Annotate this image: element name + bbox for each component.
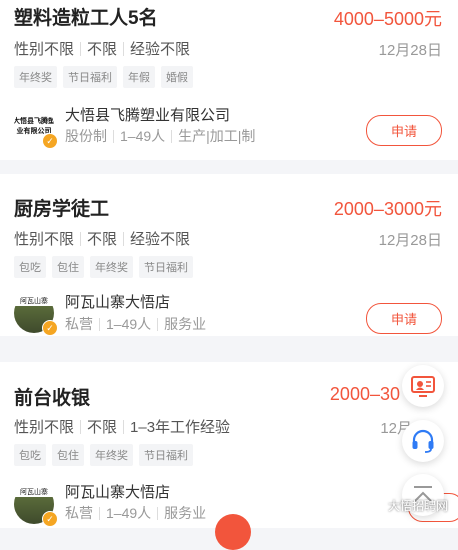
req-gender: 性别不限 [14,41,75,58]
job-title: 厨房学徒工 [14,199,110,220]
job-requirements: 性别不限 不限 1–3年工作经验 [14,416,230,437]
job-card[interactable]: 塑料造粒工人5名 4000–5000元 性别不限 不限 经验不限 12月28日 … [0,0,458,160]
company-size: 1–49人 [120,128,166,144]
post-date: 12月28日 [378,232,442,249]
logo-text: 阿瓦山寨 [20,297,48,305]
company-type: 私营 [65,505,93,521]
req-education: 不限 [87,231,118,248]
benefit-tags: 包吃 包住 年终奖 节日福利 [14,256,193,278]
wechat-icon [369,499,385,511]
watermark: 大悟招聘网 [369,497,448,514]
customer-service-button[interactable] [402,420,444,462]
logo-text: 阿瓦山寨 [20,488,48,496]
benefit-tags: 包吃 包住 年终奖 节日福利 [14,444,193,466]
verified-badge-icon: ✓ [42,320,58,336]
company-meta: 私营 1–49人 服务业 [65,314,206,334]
job-requirements: 性别不限 不限 经验不限 [14,228,190,249]
company-meta: 股份制 1–49人 生产|加工|制 [65,126,255,146]
benefit-tags: 年终奖 节日福利 年假 婚假 [14,66,193,88]
job-card[interactable]: 厨房学徒工 2000–3000元 性别不限 不限 经验不限 12月28日 包吃 … [0,174,458,336]
company-industry: 服务业 [164,316,207,332]
company-type: 股份制 [65,128,107,144]
benefit-tag: 年终奖 [90,256,133,278]
req-experience: 1–3年工作经验 [130,419,231,436]
post-date: 12月28日 [378,42,442,59]
job-title: 塑料造粒工人5名 [14,8,158,29]
resume-button[interactable] [402,365,444,407]
verified-badge-icon: ✓ [42,511,58,527]
company-industry: 生产|加工|制 [178,128,256,144]
company-meta: 私营 1–49人 服务业 [65,503,206,523]
benefit-tag: 包住 [52,444,84,466]
benefit-tag: 节日福利 [63,66,117,88]
req-experience: 经验不限 [130,41,191,58]
watermark-text: 大悟招聘网 [387,499,448,513]
company-size: 1–49人 [106,316,152,332]
job-salary: 4000–5000元 [333,9,442,29]
req-education: 不限 [87,419,118,436]
company-name[interactable]: 阿瓦山寨大悟店 [65,481,170,502]
verified-badge-icon: ✓ [42,133,58,149]
apply-button[interactable]: 申请 [366,115,442,146]
job-title: 前台收银 [14,388,91,409]
company-name[interactable]: 阿瓦山寨大悟店 [65,291,170,312]
benefit-tag: 包吃 [14,444,46,466]
benefit-tag: 包吃 [14,256,46,278]
company-size: 1–49人 [106,505,152,521]
benefit-tag: 年假 [123,66,155,88]
job-requirements: 性别不限 不限 经验不限 [14,38,190,59]
company-logo: 大悟县飞腾塑 业有限公司 ✓ [14,106,58,149]
job-salary: 2000–30 [329,384,400,404]
benefit-tag: 节日福利 [139,256,193,278]
benefit-tag: 婚假 [161,66,193,88]
resume-icon [411,376,435,397]
company-industry: 服务业 [164,505,207,521]
company-name[interactable]: 大悟县飞腾塑业有限公司 [65,104,230,125]
req-gender: 性别不限 [14,419,75,436]
benefit-tag: 年终奖 [14,66,57,88]
company-logo: 阿瓦山寨 ✓ [14,293,58,336]
job-salary: 2000–3000元 [333,199,442,219]
company-type: 私营 [65,316,93,332]
req-gender: 性别不限 [14,231,75,248]
bottom-action-button[interactable] [215,514,251,550]
req-education: 不限 [87,41,118,58]
apply-button[interactable]: 申请 [366,303,442,334]
benefit-tag: 包住 [52,256,84,278]
company-logo: 阿瓦山寨 ✓ [14,484,58,527]
headset-icon [412,429,434,453]
benefit-tag: 节日福利 [139,444,193,466]
benefit-tag: 年终奖 [90,444,133,466]
req-experience: 经验不限 [130,231,191,248]
